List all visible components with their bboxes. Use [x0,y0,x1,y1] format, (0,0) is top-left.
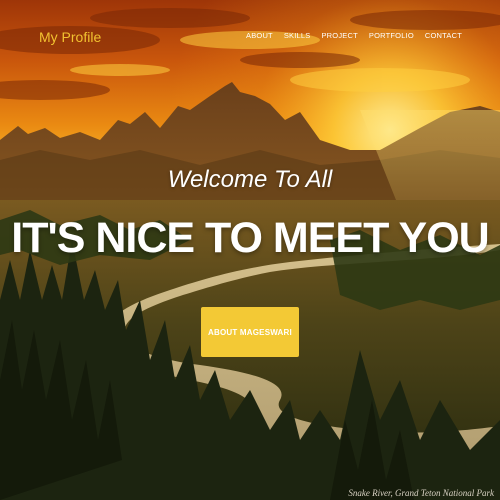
main-nav: ABOUT SKILLS PROJECT PORTFOLIO CONTACT [246,31,462,40]
hero-subtitle: Welcome To All [167,166,333,193]
nav-link-contact[interactable]: CONTACT [425,31,462,40]
landing-page: My Profile ABOUT SKILLS PROJECT PORTFOLI… [0,0,500,500]
nav-link-about[interactable]: ABOUT [246,31,273,40]
hero-title: IT'S NICE TO MEET YOU [11,214,489,262]
nav-link-portfolio[interactable]: PORTFOLIO [369,31,414,40]
brand-link[interactable]: My Profile [39,29,101,45]
nav-link-project[interactable]: PROJECT [321,31,357,40]
nav-link-skills[interactable]: SKILLS [284,31,311,40]
photo-credit: Snake River, Grand Teton National Park [348,488,494,498]
about-cta-button[interactable]: ABOUT MAGESWARI [201,307,299,357]
